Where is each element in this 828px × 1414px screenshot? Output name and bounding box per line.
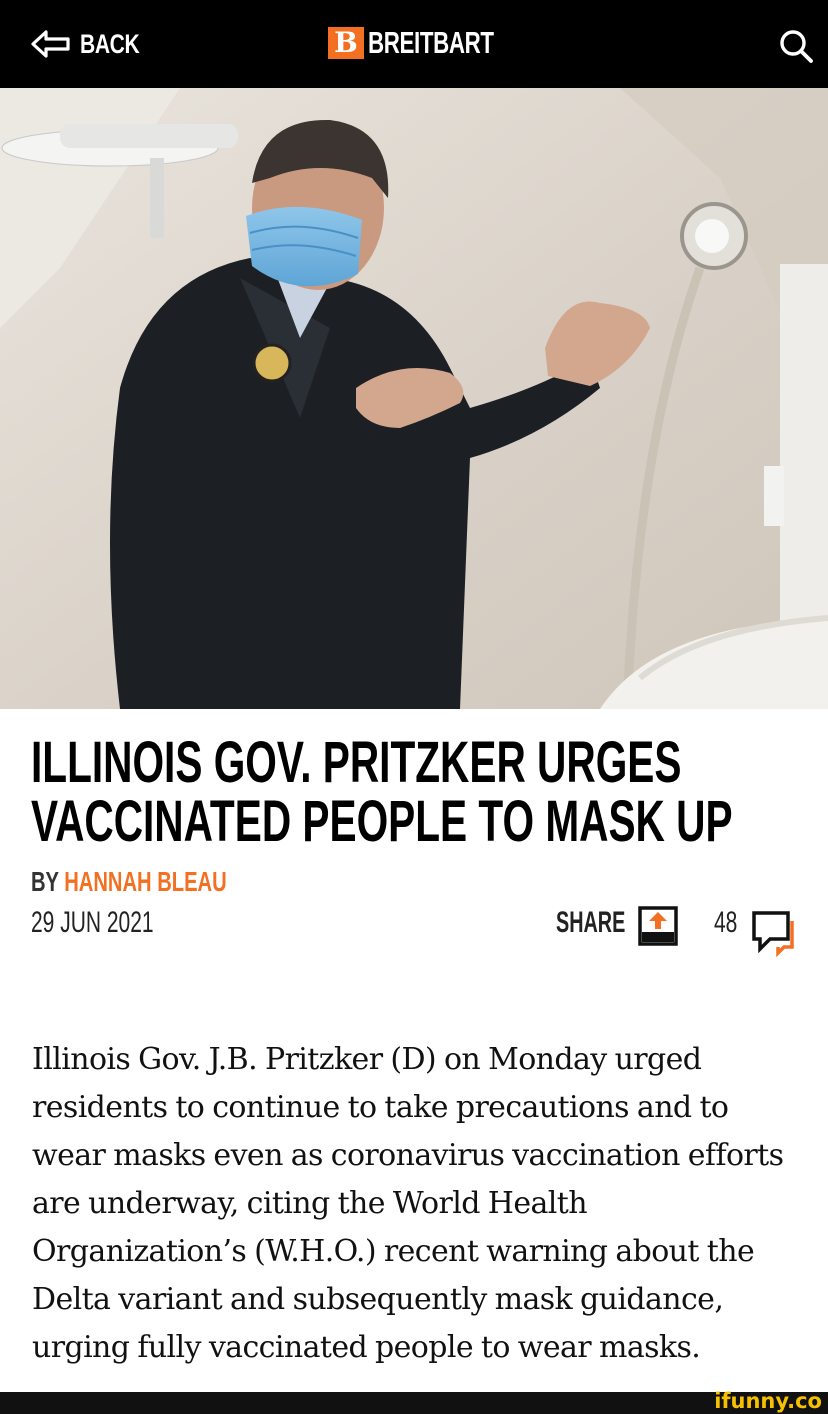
article-body: Illinois Gov. J.B. Pritzker (D) on Monda… [32, 1036, 808, 1372]
byline-prefix: BY [31, 866, 59, 897]
author-link[interactable]: HANNAH BLEAU [64, 866, 226, 897]
footer-bar [0, 1392, 828, 1414]
brand-logo[interactable]: B BREITBART [328, 25, 543, 61]
top-bar: BACK B BREITBART [0, 0, 828, 88]
brand-name: BREITBART [368, 25, 494, 60]
body-line: Organization’s (W.H.O.) recent warning a… [32, 1234, 755, 1269]
body-line: wear masks even as coronavirus vaccinati… [32, 1138, 784, 1173]
search-icon[interactable] [778, 28, 814, 64]
body-line: Delta variant and subsequently mask guid… [32, 1282, 724, 1317]
comment-count[interactable]: 48 [714, 906, 737, 940]
share-label[interactable]: SHARE [556, 906, 625, 940]
back-label: BACK [80, 28, 140, 59]
back-arrow-icon [31, 30, 70, 58]
hero-photo [0, 88, 828, 709]
ifunny-watermark: ifunny.co [714, 1389, 822, 1413]
body-line: residents to continue to take precaution… [32, 1090, 729, 1125]
share-icon[interactable] [636, 904, 682, 946]
body-line: Illinois Gov. J.B. Pritzker (D) on Monda… [32, 1042, 702, 1077]
headline-line-2: VACCINATED PEOPLE TO MASK UP [31, 789, 733, 854]
body-line: are underway, citing the World Health [32, 1186, 588, 1221]
article-meta-row: 29 JUN 2021 SHARE 48 [0, 900, 828, 957]
publish-date: 29 JUN 2021 [31, 906, 154, 939]
back-button[interactable]: BACK [30, 26, 156, 62]
comment-icon[interactable] [748, 905, 798, 957]
byline: BY HANNAH BLEAU [31, 866, 227, 900]
brand-logo-mark: B [328, 27, 364, 59]
headline-line-1: ILLINOIS GOV. PRITZKER URGES [31, 730, 682, 795]
body-line: urging fully vaccinated people to wear m… [32, 1330, 701, 1365]
article-headline: ILLINOIS GOV. PRITZKER URGES VACCINATED … [31, 733, 811, 851]
article-hero-image [0, 88, 828, 709]
